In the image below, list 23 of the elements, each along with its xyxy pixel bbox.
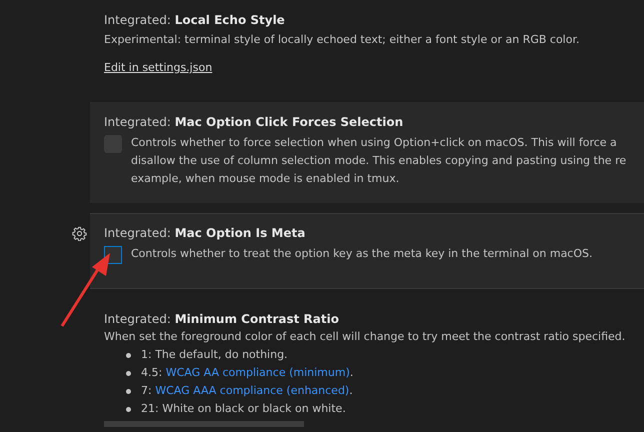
- setting-title: Integrated: Mac Option Click Forces Selection: [104, 114, 404, 131]
- setting-title: Integrated: Minimum Contrast Ratio: [104, 311, 340, 328]
- setting-title: Integrated: Local Echo Style: [104, 12, 286, 29]
- bullet-icon: [126, 388, 131, 394]
- bullet-icon: [126, 352, 131, 358]
- bullet-icon: [126, 370, 131, 376]
- description-text: Controls whether to treat the option key as the meta key in the terminal on macOS.: [131, 246, 592, 262]
- description-text: Experimental: terminal style of locally echoed text; either a font style or an RGB color.: [104, 32, 580, 48]
- link[interactable]: WCAG AA compliance (minimum): [166, 366, 350, 379]
- list-item-text: 7: WCAG AAA compliance (enhanced).: [141, 383, 353, 399]
- settings-icon[interactable]: [72, 226, 87, 241]
- list-item-text: 21: White on black or black on white.: [141, 401, 346, 417]
- list-item-text: 4.5: WCAG AA compliance (minimum).: [141, 365, 354, 381]
- setting-title: Integrated: Mac Option Is Meta: [104, 225, 306, 242]
- description-text: disallow the use of column selection mode. This enables copying and pasting using the re: [131, 153, 626, 169]
- description-text: Controls whether to force selection when using Option+click on macOS. This will force a: [131, 135, 618, 151]
- bullet-icon: [126, 406, 131, 412]
- description-text: example, when mouse mode is enabled in tmux.: [131, 171, 400, 187]
- description-text: When set the foreground color of each cell will change to try meet the contrast ratio specified.: [104, 329, 626, 345]
- list-item-text: 1: The default, do nothing.: [141, 347, 288, 363]
- link[interactable]: WCAG AAA compliance (enhanced): [155, 384, 350, 397]
- edit-link[interactable]: Edit in settings.json: [104, 59, 212, 77]
- input-field[interactable]: [104, 421, 304, 427]
